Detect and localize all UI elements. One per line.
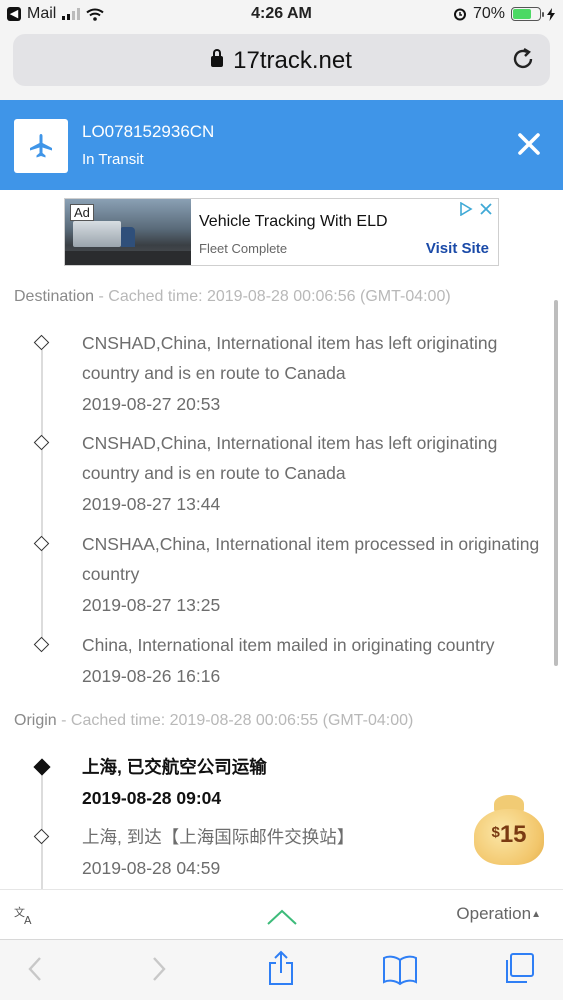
back-icon[interactable] [26,954,44,984]
battery-percent: 70% [472,5,505,22]
url-text: 17track.net [233,47,352,74]
ad-image: Ad [65,199,191,265]
destination-title: Destination [14,288,95,305]
status-right: 70% [453,5,555,23]
charging-icon [547,7,555,21]
ad-title: Vehicle Tracking With ELD [199,213,388,230]
operation-label: Operation [456,904,532,923]
chevron-up-icon[interactable] [266,908,298,926]
browser-toolbar [0,939,563,1000]
svg-text:A: A [24,914,32,925]
translate-icon[interactable]: 文 A [14,905,36,925]
event-date: 2019-08-27 20:53 [82,394,221,414]
event-description: China, International item mailed in orig… [82,635,495,655]
destination-timeline-line [41,350,43,650]
ad-visit-site-link[interactable]: Visit Site [426,240,489,257]
event-date: 2019-08-28 04:59 [82,858,221,878]
url-display: 17track.net [13,47,550,75]
address-bar[interactable]: 17track.net [13,34,550,86]
timeline-marker-current [33,758,51,776]
event-description: CNSHAD,China, International item has lef… [82,433,498,483]
destination-heading: Destination - Cached time: 2019-08-28 00… [14,288,451,306]
ad-banner[interactable]: Ad Vehicle Tracking With ELD Fleet Compl… [64,198,499,266]
origin-title: Origin [14,712,57,729]
destination-cached-time: - Cached time: 2019-08-28 00:06:56 (GMT-… [94,288,451,305]
forward-icon[interactable] [150,954,168,984]
operation-bar: 文 A Operation▲ [0,889,563,939]
timeline-marker [33,334,50,351]
bookmarks-icon[interactable] [382,954,418,986]
origin-cached-time: - Cached time: 2019-08-28 00:06:55 (GMT-… [56,712,414,729]
tracking-status: In Transit [82,151,144,168]
operation-menu-button[interactable]: Operation▲ [456,904,541,924]
timeline-marker [33,535,50,552]
event-date: 2019-08-27 13:44 [82,494,221,514]
event-description: 上海, 已交航空公司运输 [82,757,267,777]
lock-icon [211,49,224,67]
event-description: CNSHAD,China, International item has lef… [82,333,498,383]
reward-currency: $ [491,824,500,841]
event-description: CNSHAA,China, International item process… [82,534,540,584]
tracking-number: LO078152936CN [82,122,215,141]
caret-up-icon: ▲ [531,909,541,920]
ad-label: Ad [70,204,94,221]
carrier-badge [14,119,68,173]
browser-chrome: 17track.net [0,30,563,100]
event-date: 2019-08-28 09:04 [82,788,222,808]
page-scrollbar[interactable] [554,300,558,666]
timeline-marker [33,434,50,451]
tabs-icon[interactable] [502,952,536,986]
tracking-header: LO078152936CN In Transit [0,100,563,190]
share-icon[interactable] [266,950,296,986]
adchoices-icon[interactable] [458,202,474,216]
reload-icon[interactable] [510,46,536,72]
event-date: 2019-08-27 13:25 [82,595,221,615]
status-bar: ◀ Mail 4:26 AM 70% [0,0,563,30]
close-icon[interactable] [515,130,543,158]
origin-heading: Origin - Cached time: 2019-08-28 00:06:5… [14,712,413,730]
ad-advertiser: Fleet Complete [199,241,288,256]
reward-amount: $15 [472,821,546,849]
reward-value: 15 [499,821,527,848]
timeline-marker [33,828,50,845]
timeline-marker [33,636,50,653]
battery-icon [511,7,544,21]
event-date: 2019-08-26 16:16 [82,666,221,686]
airplane-icon [30,134,52,158]
ad-close-icon[interactable] [478,202,494,216]
alarm-icon [453,8,466,21]
reward-money-bag-button[interactable]: $15 [472,795,546,867]
